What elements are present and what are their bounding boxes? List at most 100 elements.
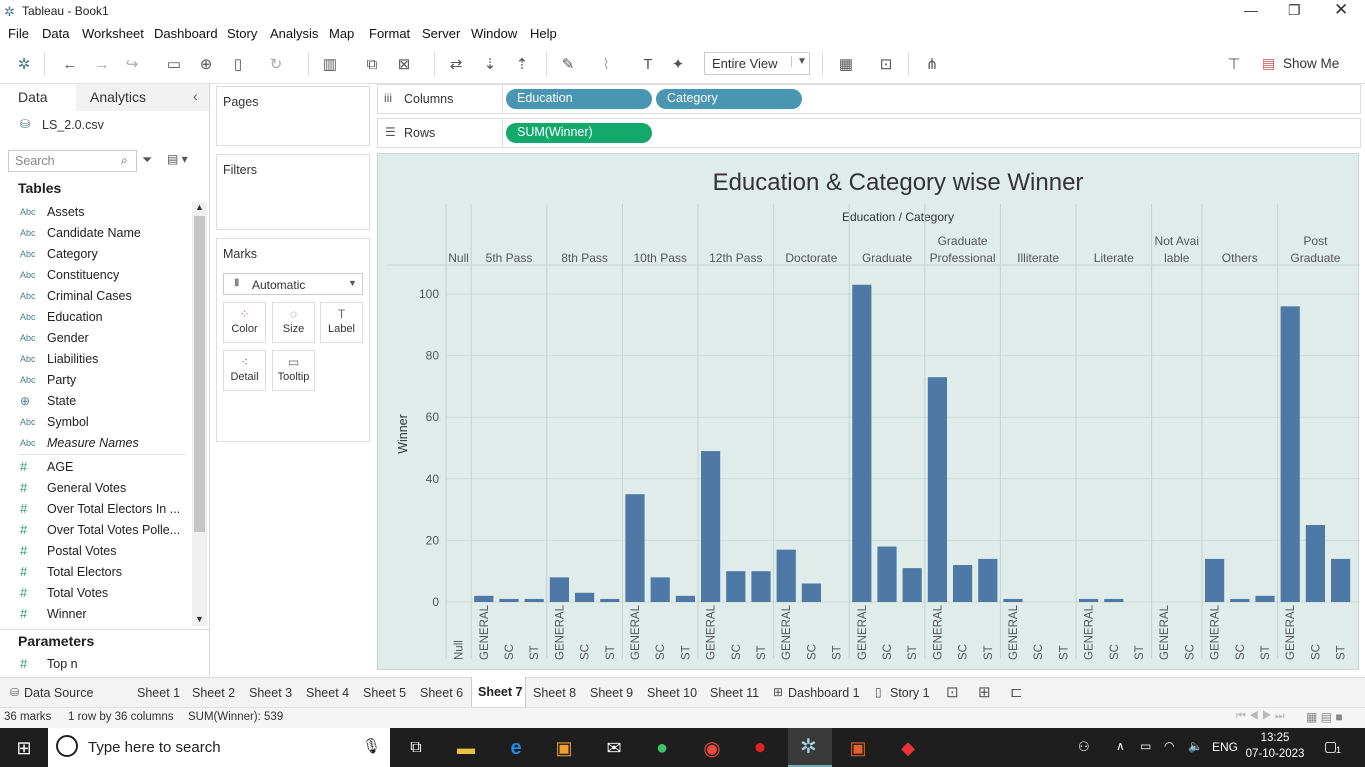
dimension-field[interactable]: Abc Symbol bbox=[0, 411, 190, 432]
tab-sheet-10[interactable]: Sheet 10 bbox=[647, 678, 697, 708]
menu-dashboard[interactable]: Dashboard bbox=[154, 26, 218, 41]
share-icon[interactable]: ⋔ bbox=[922, 54, 942, 74]
task-view-icon[interactable]: ⧉ bbox=[404, 736, 428, 760]
replay-icon[interactable]: ↪ bbox=[122, 54, 142, 74]
pause-updates-icon[interactable]: ▯ bbox=[228, 54, 248, 74]
tab-sheet-9[interactable]: Sheet 9 bbox=[590, 678, 633, 708]
tab-story-1[interactable]: Story 1 bbox=[890, 678, 930, 708]
highlight-icon[interactable]: ✎ bbox=[558, 54, 578, 74]
tab-sheet-2[interactable]: Sheet 2 bbox=[192, 678, 235, 708]
edge-icon[interactable]: e bbox=[504, 736, 528, 760]
measure-field[interactable]: # Over Total Votes Polle... bbox=[0, 519, 190, 540]
tab-sheet-11[interactable]: Sheet 11 bbox=[710, 678, 759, 708]
measure-field[interactable]: # Total Votes bbox=[0, 582, 190, 603]
anydesk-icon[interactable]: ◆ bbox=[896, 736, 920, 760]
format-painter-icon[interactable]: ⊤ bbox=[1224, 54, 1244, 74]
tableau-home-icon[interactable]: ✲ bbox=[14, 54, 34, 74]
new-story-tab-icon[interactable]: ⊏ bbox=[1010, 683, 1023, 701]
new-dashboard-tab-icon[interactable]: ⊞ bbox=[978, 683, 991, 701]
dimension-field[interactable]: ⊕ State bbox=[0, 390, 190, 411]
rows-shelf[interactable]: ☰ Rows SUM(Winner) bbox=[377, 118, 1361, 148]
size-button[interactable]: ◌ Size bbox=[272, 302, 315, 343]
tab-sheet-7-active[interactable]: Sheet 7 bbox=[471, 677, 526, 708]
swap-rows-columns-icon[interactable]: ⇄ bbox=[446, 54, 466, 74]
tab-sheet-4[interactable]: Sheet 4 bbox=[306, 678, 349, 708]
tab-dashboard-1[interactable]: Dashboard 1 bbox=[788, 678, 860, 708]
wifi-icon[interactable]: ◠ bbox=[1164, 739, 1174, 753]
group-members-icon[interactable]: ⌇ bbox=[596, 54, 616, 74]
show-me-button[interactable]: Show Me bbox=[1283, 56, 1339, 71]
category-pill[interactable]: Category bbox=[656, 89, 802, 109]
search-input[interactable]: Search ⌕ bbox=[8, 150, 137, 172]
datasource-name[interactable]: LS_2.0.csv bbox=[42, 118, 104, 132]
measure-field[interactable]: # General Votes bbox=[0, 477, 190, 498]
parameter-item[interactable]: # Top n bbox=[0, 653, 190, 674]
measure-field[interactable]: # AGE bbox=[0, 456, 190, 477]
microphone-icon[interactable]: 🎙 bbox=[362, 737, 381, 755]
menu-story[interactable]: Story bbox=[227, 26, 257, 41]
measure-field[interactable]: # Over Total Electors In ... bbox=[0, 498, 190, 519]
fit-dropdown[interactable]: Entire View ▼ bbox=[704, 52, 810, 75]
dimension-field[interactable]: Abc Category bbox=[0, 243, 190, 264]
close-button[interactable]: ✕ bbox=[1334, 0, 1348, 20]
measure-field[interactable]: # Total Electors bbox=[0, 561, 190, 582]
show-mark-labels-icon[interactable]: T bbox=[638, 54, 658, 74]
people-icon[interactable]: ⚇ bbox=[1078, 739, 1090, 755]
filter-icon[interactable]: ⏷ bbox=[142, 152, 152, 168]
tab-data[interactable]: Data bbox=[0, 84, 76, 111]
menu-format[interactable]: Format bbox=[369, 26, 410, 41]
fix-axes-icon[interactable]: ✦ bbox=[668, 54, 688, 74]
chrome-icon[interactable]: ◉ bbox=[700, 736, 724, 760]
tab-analytics[interactable]: Analytics bbox=[78, 84, 198, 111]
menu-data[interactable]: Data bbox=[42, 26, 69, 41]
presentation-mode-icon[interactable]: ⊡ bbox=[876, 54, 896, 74]
detail-button[interactable]: ⁖ Detail bbox=[223, 350, 266, 391]
save-icon[interactable]: ▭ bbox=[164, 54, 184, 74]
dimension-field[interactable]: Abc Assets bbox=[0, 201, 190, 222]
sum-winner-pill[interactable]: SUM(Winner) bbox=[506, 123, 652, 143]
mark-type-dropdown[interactable]: ▮ Automatic ▼ bbox=[223, 273, 363, 295]
tab-sheet-6[interactable]: Sheet 6 bbox=[420, 678, 463, 708]
language-indicator[interactable]: ENG bbox=[1212, 740, 1238, 754]
presentation-app-icon[interactable]: ▣ bbox=[846, 736, 870, 760]
volume-icon[interactable]: 🔈 bbox=[1188, 739, 1203, 753]
collapse-pane-icon[interactable]: ‹ bbox=[193, 88, 198, 104]
color-button[interactable]: ⁘ Color bbox=[223, 302, 266, 343]
clock-date[interactable]: 07-10-2023 bbox=[1242, 748, 1308, 760]
tray-chevron-icon[interactable]: ∧ bbox=[1116, 739, 1125, 753]
menu-window[interactable]: Window bbox=[471, 26, 517, 41]
education-pill[interactable]: Education bbox=[506, 89, 652, 109]
clock-time[interactable]: 13:25 bbox=[1250, 732, 1300, 744]
tab-data-source[interactable]: Data Source bbox=[24, 678, 93, 708]
dimension-field[interactable]: Abc Constituency bbox=[0, 264, 190, 285]
tab-sheet-8[interactable]: Sheet 8 bbox=[533, 678, 576, 708]
store-icon[interactable]: ▣ bbox=[552, 736, 576, 760]
dimension-field[interactable]: Abc Criminal Cases bbox=[0, 285, 190, 306]
duplicate-sheet-icon[interactable]: ⧉ bbox=[362, 54, 382, 74]
tooltip-button[interactable]: ▭ Tooltip bbox=[272, 350, 315, 391]
label-button[interactable]: T Label bbox=[320, 302, 363, 343]
sort-ascending-icon[interactable]: ⇣ bbox=[480, 54, 500, 74]
menu-worksheet[interactable]: Worksheet bbox=[82, 26, 144, 41]
new-worksheet-tab-icon[interactable]: ⊡ bbox=[946, 683, 959, 701]
minimize-button[interactable]: — bbox=[1244, 2, 1258, 18]
mail-icon[interactable]: ✉ bbox=[602, 736, 626, 760]
dimension-field[interactable]: Abc Education bbox=[0, 306, 190, 327]
tab-sheet-3[interactable]: Sheet 3 bbox=[249, 678, 292, 708]
sort-descending-icon[interactable]: ⇡ bbox=[512, 54, 532, 74]
pages-card[interactable]: Pages bbox=[216, 86, 370, 146]
taskbar-search[interactable]: Type here to search 🎙 bbox=[48, 728, 390, 767]
view-mode-icons[interactable]: ▦ ▤ ■ bbox=[1306, 710, 1343, 724]
dimension-field[interactable]: Abc Liabilities bbox=[0, 348, 190, 369]
menu-analysis[interactable]: Analysis bbox=[270, 26, 318, 41]
file-explorer-icon[interactable]: ▬ bbox=[454, 736, 478, 760]
recorder-icon[interactable]: ⏺ bbox=[748, 736, 772, 760]
view-options-icon[interactable]: ▤ ▾ bbox=[167, 152, 188, 166]
dimension-field[interactable]: Abc Party bbox=[0, 369, 190, 390]
dimension-field[interactable]: Abc Measure Names bbox=[0, 432, 190, 453]
scrollbar[interactable]: ▲ ▼ bbox=[192, 202, 207, 626]
navigation-arrows[interactable]: ⏮ ◀ ▶ ⏭ bbox=[1236, 710, 1285, 723]
menu-file[interactable]: File bbox=[8, 26, 29, 41]
refresh-icon[interactable]: ↻ bbox=[266, 54, 286, 74]
dimension-field[interactable]: Abc Candidate Name bbox=[0, 222, 190, 243]
